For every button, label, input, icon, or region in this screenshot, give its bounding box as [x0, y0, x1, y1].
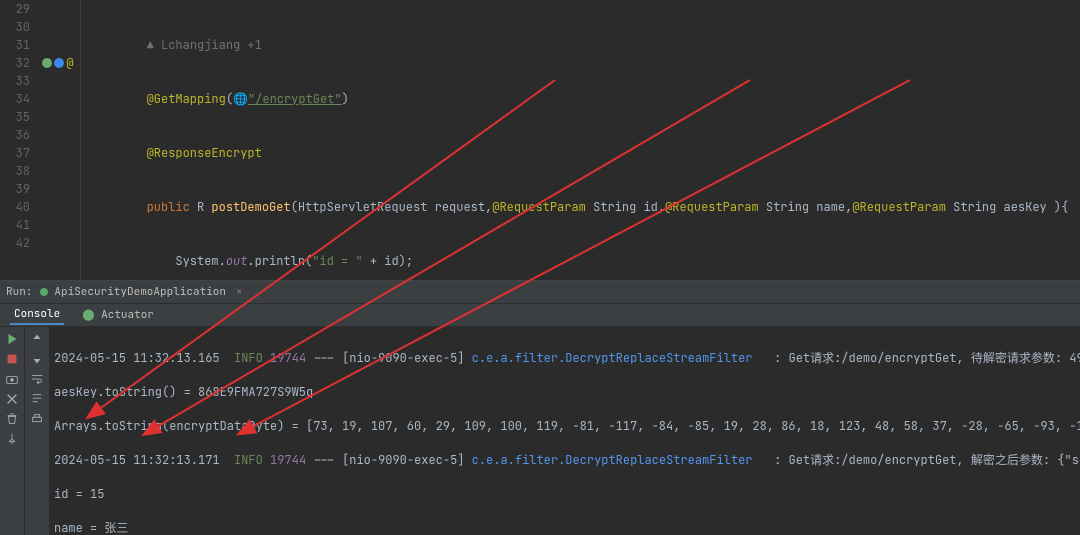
at-icon: @: [66, 54, 73, 72]
up-arrow-button[interactable]: [29, 331, 45, 347]
rerun-button[interactable]: [4, 331, 20, 347]
soft-wrap-button[interactable]: [29, 371, 45, 387]
run-line-markers[interactable]: @: [36, 54, 80, 72]
run-left-toolbar-2: [25, 327, 50, 535]
author-annotation: Lchangjiang +1: [161, 37, 262, 53]
endpoint-marker-icon: [54, 58, 64, 68]
run-label: Run:: [6, 285, 32, 299]
down-arrow-button[interactable]: [29, 351, 45, 367]
console-output[interactable]: 2024-05-15 11:32:13.165 INFO 19744 --- […: [50, 327, 1080, 535]
print-button[interactable]: [29, 411, 45, 427]
run-config-tab[interactable]: ApiSecurityDemoApplication ×: [40, 285, 242, 299]
line-number-gutter: 29 30 31 32 33 34 35 36 37 38 39 40 41 4…: [0, 0, 36, 280]
run-left-toolbar-1: [0, 327, 25, 535]
run-toolwindow-header: Run: ApiSecurityDemoApplication ×: [0, 281, 1080, 304]
close-tab-icon[interactable]: ×: [236, 285, 243, 299]
code-editor[interactable]: 29 30 31 32 33 34 35 36 37 38 39 40 41 4…: [0, 0, 1080, 281]
gutter-icons: @: [36, 0, 81, 280]
tab-actuator[interactable]: ⬤ Actuator: [78, 306, 158, 324]
console-subtabs: Console ⬤ Actuator: [0, 304, 1080, 327]
stop-button[interactable]: [4, 351, 20, 367]
run-status-icon: [40, 288, 48, 296]
code-area[interactable]: ▲ Lchangjiang +1 @GetMapping(🌐"/encryptG…: [81, 0, 1080, 280]
globe-icon: 🌐: [233, 91, 248, 107]
pin-button[interactable]: [4, 431, 20, 447]
scroll-to-end-button[interactable]: [29, 391, 45, 407]
tab-console[interactable]: Console: [10, 305, 64, 325]
run-toolwindow-body: 2024-05-15 11:32:13.165 INFO 19744 --- […: [0, 327, 1080, 535]
run-marker-icon: [42, 58, 52, 68]
trash-button[interactable]: [4, 411, 20, 427]
exit-button[interactable]: [4, 391, 20, 407]
camera-button[interactable]: [4, 371, 20, 387]
actuator-icon: ⬤: [82, 308, 94, 322]
